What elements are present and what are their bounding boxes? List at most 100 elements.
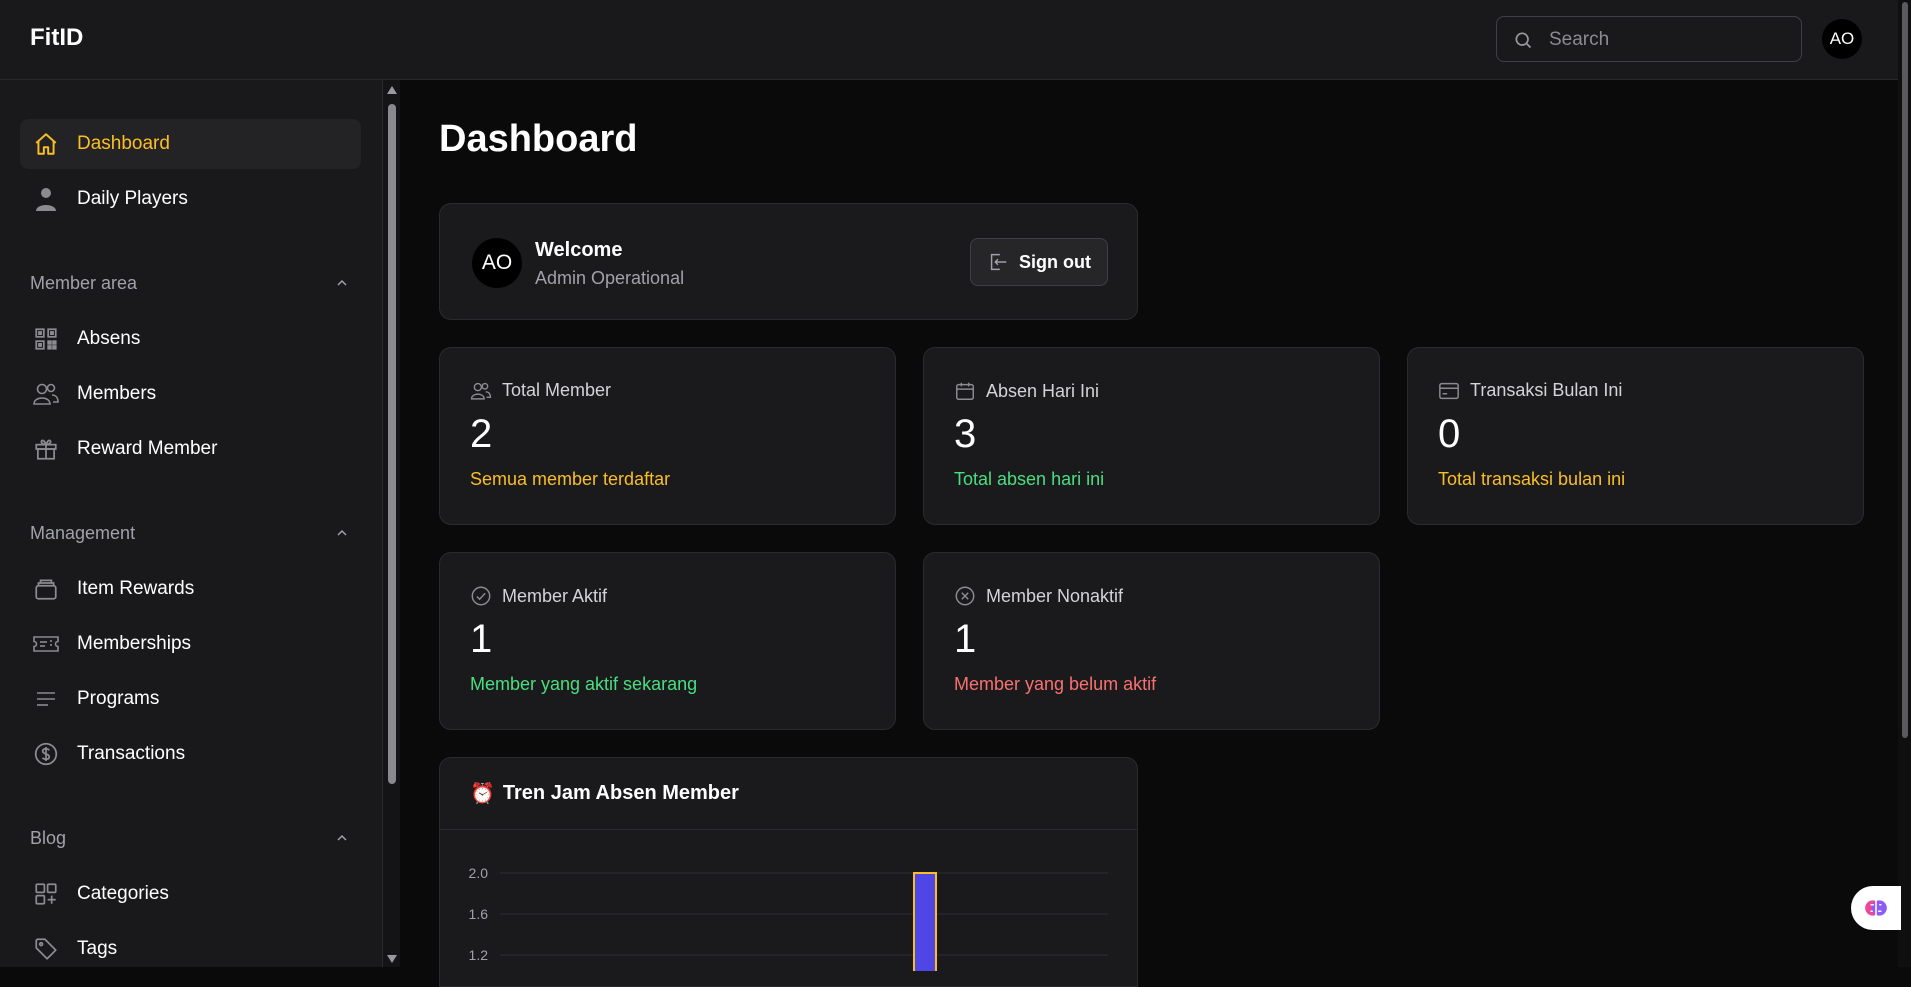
sidebar-item-dashboard[interactable]: Dashboard	[20, 119, 361, 169]
stat-card-absen-hari-ini: Absen Hari Ini 3 Total absen hari ini	[923, 347, 1380, 525]
group-blog[interactable]: Blog	[30, 824, 350, 852]
stat-header: Absen Hari Ini	[954, 380, 1099, 402]
sidebar: Dashboard Daily Players Member area Abse…	[0, 80, 382, 967]
page-scrollbar[interactable]	[1898, 0, 1911, 967]
tag-icon	[32, 935, 60, 963]
calendar-icon	[956, 382, 974, 400]
sidebar-item-label: Daily Players	[77, 188, 188, 209]
gift-icon	[32, 435, 60, 463]
alarm-clock-icon: ⏰	[470, 783, 495, 805]
stat-label: Member Aktif	[502, 585, 608, 606]
sidebar-item-label: Dashboard	[77, 133, 170, 154]
chevron-up-icon	[337, 279, 347, 286]
sidebar-item-label: Item Rewards	[77, 578, 195, 599]
check-circle-icon	[471, 586, 491, 606]
page-title: Dashboard	[439, 118, 638, 160]
stat-header: Member Aktif	[470, 585, 607, 607]
stat-value: 3	[954, 412, 977, 456]
group-member-area[interactable]: Member area	[30, 269, 350, 297]
avatar: AO	[472, 238, 522, 288]
stack-icon	[32, 575, 60, 603]
welcome-card: AO Welcome Admin Operational Sign out	[439, 203, 1138, 320]
y-tick-label: 1.2	[469, 947, 489, 963]
stat-header: Transaksi Bulan Ini	[1438, 380, 1622, 401]
stat-subtitle: Total transaksi bulan ini	[1438, 469, 1626, 489]
users-icon	[470, 382, 492, 400]
stat-value: 1	[470, 617, 493, 661]
top-bar: FitID AO	[0, 0, 1905, 80]
welcome-subtitle: Admin Operational	[535, 268, 685, 288]
qr-code-icon	[32, 325, 60, 353]
stat-value: 2	[470, 412, 493, 456]
chart-title: Tren Jam Absen Member	[502, 782, 739, 804]
sidebar-item-label: Absens	[77, 328, 141, 349]
sign-out-icon	[990, 253, 1007, 271]
chart-bar[interactable]	[913, 872, 937, 971]
scrollbar-thumb[interactable]	[1902, 2, 1908, 738]
sidebar-scrollbar[interactable]	[382, 80, 400, 967]
assistant-button[interactable]	[1851, 886, 1901, 930]
y-tick-label: 2.0	[469, 865, 489, 881]
credit-card-icon	[1439, 382, 1459, 399]
sidebar-item-categories[interactable]: Categories	[20, 869, 361, 919]
sign-out-label: Sign out	[1019, 251, 1091, 272]
stat-label: Transaksi Bulan Ini	[1470, 380, 1623, 400]
users-icon	[32, 380, 60, 408]
stat-subtitle: Member yang belum aktif	[954, 674, 1157, 694]
sidebar-item-programs[interactable]: Programs	[20, 674, 361, 724]
group-label: Member area	[30, 272, 138, 293]
group-label: Management	[30, 522, 136, 543]
stat-subtitle: Total absen hari ini	[954, 469, 1105, 489]
scroll-up-arrow[interactable]	[387, 86, 397, 94]
stat-card-member-nonaktif: Member Nonaktif 1 Member yang belum akti…	[923, 552, 1380, 730]
scroll-down-arrow[interactable]	[387, 955, 397, 963]
chevron-up-icon	[337, 834, 347, 841]
stat-header: Total Member	[470, 380, 611, 401]
sign-out-button[interactable]: Sign out	[970, 238, 1108, 286]
y-tick-label: 1.6	[469, 906, 489, 922]
sidebar-item-members[interactable]: Members	[20, 369, 361, 419]
sidebar-item-memberships[interactable]: Memberships	[20, 619, 361, 669]
sidebar-item-daily-players[interactable]: Daily Players	[20, 174, 361, 224]
sidebar-item-label: Memberships	[77, 633, 192, 654]
sidebar-item-label: Transactions	[77, 743, 186, 764]
bar-chart: 2.0 1.6 1.2	[469, 865, 1108, 971]
brain-icon	[1865, 900, 1887, 916]
stat-card-total-member: Total Member 2 Semua member terdaftar	[439, 347, 896, 525]
x-circle-icon	[955, 586, 975, 606]
squares-plus-icon	[32, 880, 60, 908]
sidebar-item-reward-member[interactable]: Reward Member	[20, 424, 361, 474]
stat-subtitle: Semua member terdaftar	[470, 469, 671, 489]
sidebar-item-label: Tags	[77, 938, 118, 959]
search-icon	[1515, 32, 1532, 49]
stat-label: Member Nonaktif	[986, 585, 1124, 606]
search-input[interactable]	[1547, 27, 1791, 53]
stat-card-member-aktif: Member Aktif 1 Member yang aktif sekaran…	[439, 552, 896, 730]
user-avatar[interactable]: AO	[1822, 19, 1862, 59]
sidebar-item-label: Categories	[77, 883, 169, 904]
sidebar-item-label: Members	[77, 383, 157, 404]
stat-value: 1	[954, 617, 977, 661]
group-management[interactable]: Management	[30, 519, 350, 547]
dollar-circle-icon	[32, 740, 60, 768]
group-label: Blog	[30, 827, 67, 848]
sidebar-item-absens[interactable]: Absens	[20, 314, 361, 364]
chart-header: ⏰ Tren Jam Absen Member	[440, 758, 1137, 830]
stat-label: Total Member	[502, 380, 612, 400]
stat-label: Absen Hari Ini	[986, 380, 1100, 401]
sidebar-item-label: Programs	[77, 688, 160, 709]
stat-header: Member Nonaktif	[954, 585, 1123, 607]
sidebar-item-item-rewards[interactable]: Item Rewards	[20, 564, 361, 614]
lines-icon	[32, 685, 60, 713]
chart-card: ⏰ Tren Jam Absen Member 2.0 1.6 1.2	[439, 757, 1138, 987]
stat-subtitle: Member yang aktif sekarang	[470, 674, 698, 694]
sidebar-item-transactions[interactable]: Transactions	[20, 729, 361, 779]
ticket-icon	[32, 630, 60, 658]
brand-logo[interactable]: FitID	[30, 24, 83, 52]
welcome-title: Welcome	[535, 239, 623, 261]
stat-card-transaksi-bulan-ini: Transaksi Bulan Ini 0 Total transaksi bu…	[1407, 347, 1864, 525]
sidebar-item-label: Reward Member	[77, 438, 218, 459]
stat-value: 0	[1438, 412, 1461, 456]
scrollbar-thumb[interactable]	[388, 104, 396, 784]
search-box[interactable]	[1496, 16, 1802, 62]
